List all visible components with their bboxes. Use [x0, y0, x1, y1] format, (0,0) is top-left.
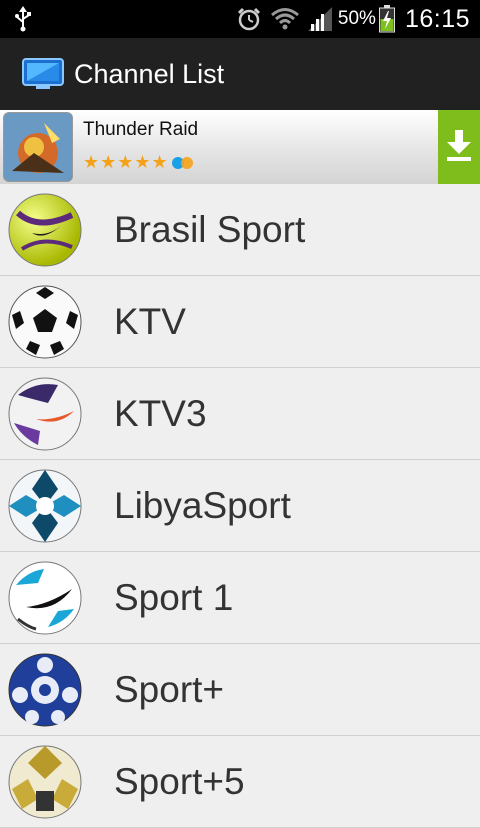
- soccer-ball-icon: [8, 561, 82, 635]
- channel-name: LibyaSport: [114, 485, 291, 526]
- list-item[interactable]: Sport+5: [0, 736, 480, 828]
- channel-name: Sport 1: [114, 577, 234, 618]
- soccer-ball-icon: [8, 745, 82, 819]
- action-bar: Channel List: [0, 38, 480, 110]
- list-item[interactable]: LibyaSport: [0, 460, 480, 552]
- soccer-ball-icon: [8, 469, 82, 543]
- battery-percent: 50%: [337, 8, 376, 29]
- list-item[interactable]: KTV3: [0, 368, 480, 460]
- download-button[interactable]: [438, 110, 480, 184]
- channel-name: KTV: [114, 301, 186, 342]
- signal-icon: [307, 7, 332, 31]
- ad-game-thumbnail[interactable]: [3, 112, 73, 182]
- list-item[interactable]: Sport 1: [0, 552, 480, 644]
- list-item[interactable]: Sport+: [0, 644, 480, 736]
- battery-charging-icon: [378, 5, 395, 33]
- list-item[interactable]: KTV: [0, 276, 480, 368]
- tv-icon[interactable]: [22, 57, 64, 91]
- ad-publisher-logo: [172, 154, 194, 177]
- channel-name: Brasil Sport: [114, 209, 306, 250]
- soccer-ball-icon: [8, 193, 82, 267]
- status-bar: 50% 16:15: [0, 0, 480, 38]
- download-icon: [445, 128, 473, 167]
- channel-name: KTV3: [114, 393, 207, 434]
- channel-name: Sport+: [114, 669, 225, 710]
- page-title: Channel List: [74, 58, 225, 89]
- channel-list: Brasil Sport KTV KTV3 LibyaSport Sport 1…: [0, 184, 480, 828]
- alarm-icon: [236, 6, 262, 32]
- soccer-ball-icon: [8, 377, 82, 451]
- ad-banner[interactable]: Thunder Raid ★★★★★: [0, 110, 480, 185]
- soccer-ball-icon: [8, 653, 82, 727]
- ad-title: Thunder Raid: [83, 119, 199, 140]
- list-item[interactable]: Brasil Sport: [0, 184, 480, 276]
- usb-icon: [14, 6, 32, 37]
- ad-rating-stars: ★★★★★: [83, 152, 169, 172]
- wifi-icon: [270, 6, 300, 32]
- soccer-ball-icon: [8, 285, 82, 359]
- clock: 16:15: [404, 4, 470, 33]
- channel-name: Sport+5: [114, 761, 245, 802]
